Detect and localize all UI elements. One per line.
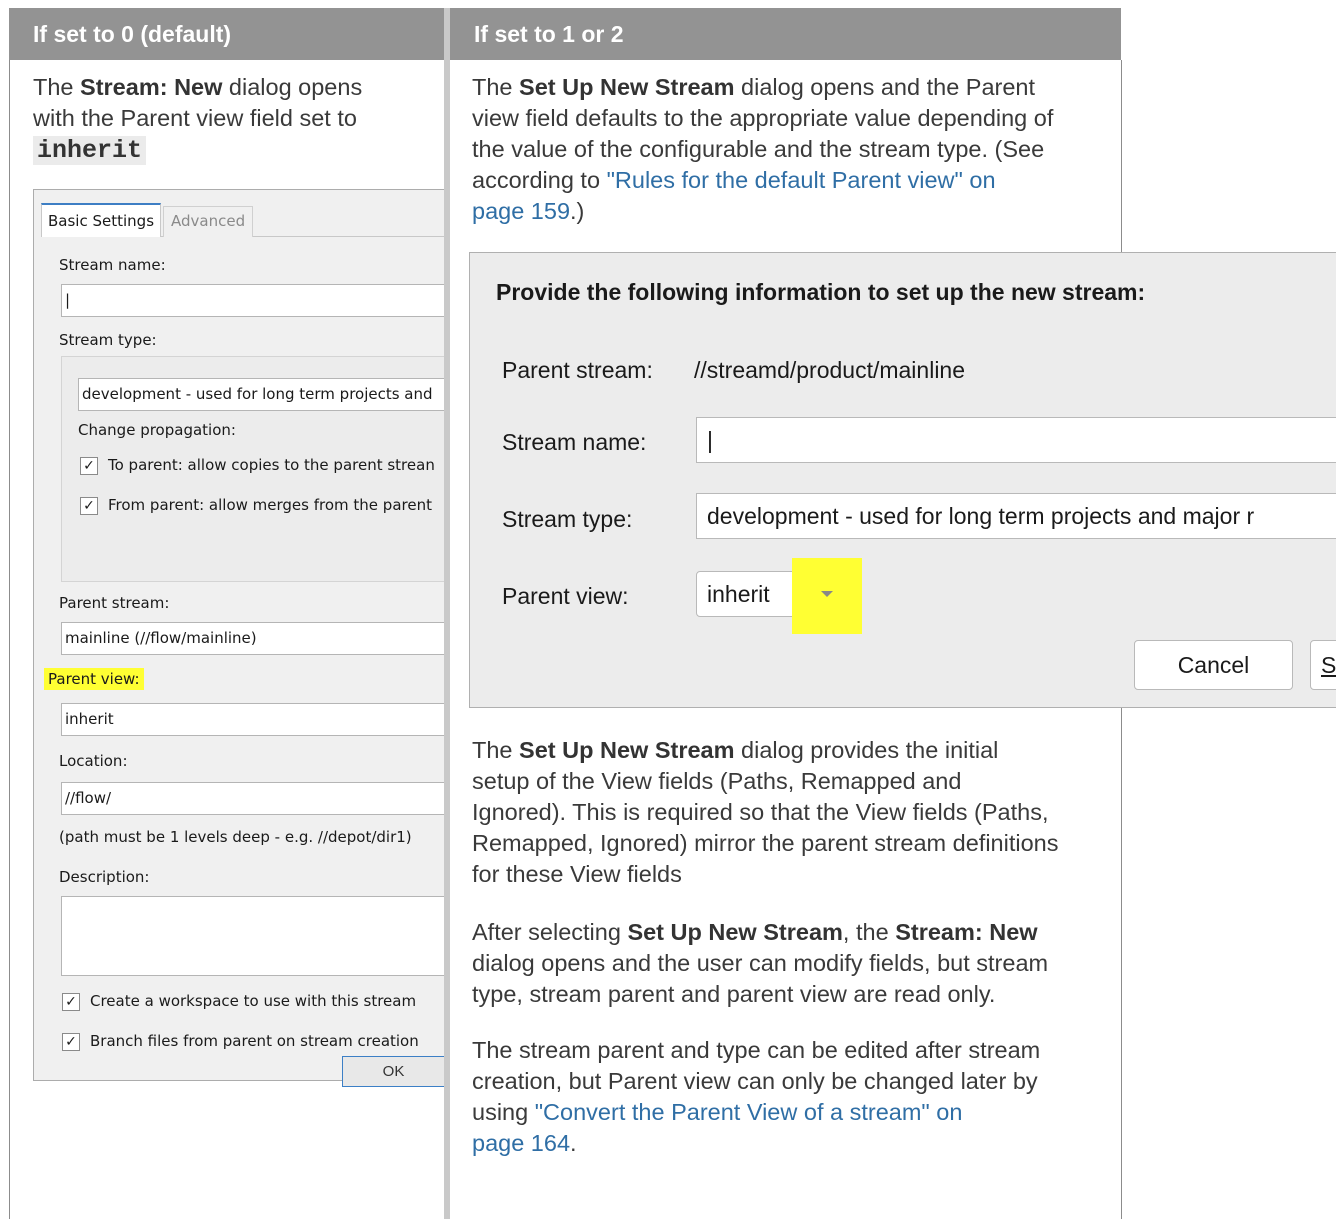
right-body-para-2: After selecting Set Up New Stream, the S… [472,919,1049,1007]
location-label: Location: [59,752,128,770]
left-intro-text: The Stream: New dialog opens with the Pa… [33,74,363,165]
change-propagation-label: Change propagation: [78,421,236,439]
parent-stream-value: //streamd/product/mainline [694,357,966,383]
chevron-down-icon [821,591,833,597]
parent-stream-label: Parent stream: [502,357,653,383]
stream-type-select[interactable]: development - used for long term project… [696,493,1336,539]
rules-link[interactable]: "Rules for the default Parent view" on [607,167,996,193]
setup-new-stream-dialog: Provide the following information to set… [469,252,1336,708]
stream-type-label: Stream type: [59,331,157,349]
ok-button[interactable]: OK [342,1056,444,1087]
left-border [9,60,10,1219]
to-parent-label: To parent: allow copies to the parent st… [108,456,435,474]
stream-name-label: Stream name: [502,429,647,455]
rules-link-page[interactable]: page 159 [472,198,570,224]
tab-basic-settings[interactable]: Basic Settings [41,203,162,237]
description-field[interactable] [61,896,444,976]
right-body-para-3: The stream parent and type can be edited… [472,1037,1041,1156]
stream-type-label: Stream type: [502,506,633,532]
branch-files-checkbox[interactable]: ✓ [62,1033,80,1051]
stream-name-label: Stream name: [59,256,166,274]
dialog-title: Provide the following information to set… [496,279,1146,305]
dropdown-highlight[interactable] [792,558,862,634]
right-intro-text: The Set Up New Stream dialog opens and t… [472,74,1054,224]
parent-view-label: Parent view: [502,583,629,609]
convert-parent-view-link-page[interactable]: page 164 [472,1130,570,1156]
path-hint: (path must be 1 levels deep - e.g. //dep… [59,828,412,846]
create-workspace-checkbox[interactable]: ✓ [62,993,80,1011]
inherit-code: inherit [33,136,147,165]
branch-files-label: Branch files from parent on stream creat… [90,1032,419,1050]
to-parent-checkbox[interactable]: ✓ [80,457,98,475]
setup-button[interactable]: Se [1310,640,1336,690]
stream-type-select[interactable]: development - used for long term project… [78,378,444,411]
parent-view-label: Parent view: [44,668,144,690]
right-body-para-1: The Set Up New Stream dialog provides th… [472,737,1059,887]
location-field[interactable]: //flow/ [61,782,444,815]
convert-parent-view-link[interactable]: "Convert the Parent View of a stream" on [535,1099,963,1125]
column-divider [444,8,450,1219]
parent-view-field[interactable]: inherit [61,703,444,736]
tab-advanced[interactable]: Advanced [163,206,254,237]
cancel-button[interactable]: Cancel [1134,640,1293,690]
column-header-left: If set to 0 (default) [9,8,444,60]
stream-name-field[interactable]: | [61,284,444,317]
stream-name-field[interactable]: | [696,417,1336,463]
stream-type-group: development - used for long term project… [61,356,444,582]
column-header-right: If set to 1 or 2 [450,8,1121,60]
description-label: Description: [59,868,150,886]
stream-new-dialog: Basic Settings Advanced Stream name: | S… [33,189,444,1081]
from-parent-label: From parent: allow merges from the paren… [108,496,432,514]
create-workspace-label: Create a workspace to use with this stre… [90,992,417,1010]
parent-stream-label: Parent stream: [59,594,170,612]
parent-view-value: inherit [707,581,770,607]
parent-stream-field[interactable]: mainline (//flow/mainline) [61,622,444,655]
from-parent-checkbox[interactable]: ✓ [80,497,98,515]
